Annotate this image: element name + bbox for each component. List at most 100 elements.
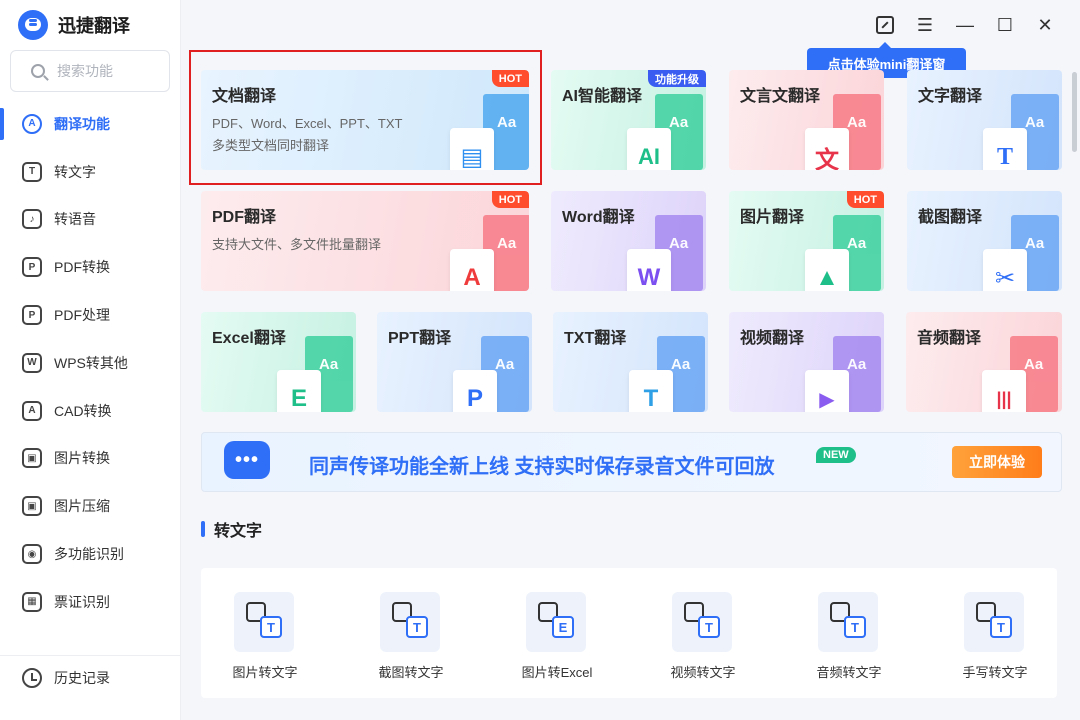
card-text-translate[interactable]: 文字翻译 Aa T	[907, 70, 1062, 170]
tool-label: 手写转文字	[962, 665, 1028, 680]
sidebar-item-image-compress[interactable]: ▣ 图片压缩	[0, 482, 180, 530]
ticket-icon: ▦	[22, 591, 42, 612]
txt-icon: T	[629, 370, 673, 412]
handwriting-to-text-icon: T	[964, 592, 1024, 652]
sidebar-nav: A 翻译功能 T 转文字 ♪ 转语音 P PDF转换 P PDF处理 W WPS…	[0, 100, 180, 626]
sidebar-item-label: 票证识别	[54, 593, 110, 610]
selection-highlight	[189, 50, 542, 185]
scissors-icon: ✂	[983, 249, 1027, 291]
sidebar-item-pdf-process[interactable]: P PDF处理	[0, 291, 180, 339]
pdf-icon: A	[450, 249, 494, 291]
sidebar: 迅捷翻译 搜索功能 A 翻译功能 T 转文字 ♪ 转语音 P PDF转换 P P…	[0, 0, 181, 720]
video-play-icon: ▶	[805, 370, 849, 412]
sidebar-item-label: 翻译功能	[54, 115, 110, 132]
card-excel-translate[interactable]: Excel翻译 Aa E	[201, 312, 356, 412]
card-image-translate[interactable]: 图片翻译 HOT Aa ▲	[729, 191, 884, 291]
sidebar-item-label: PDF转换	[54, 259, 110, 276]
card-txt-translate[interactable]: TXT翻译 Aa T	[553, 312, 708, 412]
image-to-text-icon: T	[234, 592, 294, 652]
card-ai-translate[interactable]: AI智能翻译 功能升级 Aa AI	[551, 70, 706, 170]
card-title: 图片翻译	[740, 209, 805, 226]
ppt-icon: P	[453, 370, 497, 412]
card-screenshot-translate[interactable]: 截图翻译 Aa ✂	[907, 191, 1062, 291]
text-icon: T	[22, 161, 42, 182]
card-title: 音频翻译	[917, 330, 982, 347]
card-title: 文言文翻译	[740, 88, 821, 105]
tool-video-to-text[interactable]: T 视频转文字	[648, 592, 758, 682]
card-title: TXT翻译	[564, 330, 627, 347]
tool-label: 图片转文字	[232, 665, 298, 680]
card-title: PDF翻译	[212, 209, 277, 226]
try-now-button[interactable]: 立即体验	[952, 446, 1042, 478]
simultaneous-interpretation-banner[interactable]: ••• 同声传译功能全新上线 支持实时保存录音文件可回放 NEW 立即体验	[201, 432, 1062, 492]
search-icon	[31, 64, 45, 78]
tool-audio-to-text[interactable]: T 音频转文字	[794, 592, 904, 682]
banner-text: 同声传译功能全新上线 支持实时保存录音文件可回放	[309, 456, 775, 478]
sidebar-item-image-convert[interactable]: ▣ 图片转换	[0, 435, 180, 483]
card-audio-translate[interactable]: 音频翻译 Aa |||	[906, 312, 1062, 412]
maximize-button[interactable]: ☐	[992, 12, 1018, 38]
ai-icon: AI	[627, 128, 671, 170]
sidebar-item-label: 多功能识别	[54, 546, 124, 563]
sidebar-item-ticket[interactable]: ▦ 票证识别	[0, 578, 180, 626]
app-logo: 迅捷翻译	[18, 10, 130, 40]
translate-icon: A	[22, 113, 42, 134]
card-pdf-translate[interactable]: PDF翻译 支持大文件、多文件批量翻译 HOT Aa A	[201, 191, 529, 291]
eye-icon: ◉	[22, 544, 42, 565]
tool-handwriting-to-text[interactable]: T 手写转文字	[940, 592, 1050, 682]
hot-badge: HOT	[846, 191, 884, 208]
scrollbar[interactable]	[1072, 72, 1077, 152]
close-button[interactable]: ✕	[1032, 12, 1058, 38]
app-title: 迅捷翻译	[58, 16, 130, 36]
pdf-convert-icon: P	[22, 257, 42, 278]
chat-bubble-icon: •••	[224, 441, 270, 479]
card-title: PPT翻译	[388, 330, 452, 347]
video-to-text-icon: T	[672, 592, 732, 652]
card-ppt-translate[interactable]: PPT翻译 Aa P	[377, 312, 532, 412]
mini-window-button[interactable]	[872, 12, 898, 38]
card-title: AI智能翻译	[562, 88, 643, 105]
sidebar-item-pdf-convert[interactable]: P PDF转换	[0, 243, 180, 291]
image-to-excel-icon: E	[526, 592, 586, 652]
sidebar-item-history[interactable]: 历史记录	[0, 655, 180, 700]
image-convert-icon: ▣	[22, 448, 42, 469]
minimize-button[interactable]: —	[952, 12, 978, 38]
card-video-translate[interactable]: 视频翻译 Aa ▶	[729, 312, 884, 412]
sidebar-item-label: 转文字	[54, 163, 96, 180]
sidebar-item-label: 图片转换	[54, 450, 110, 467]
sidebar-item-label: WPS转其他	[54, 354, 128, 371]
card-title: 截图翻译	[918, 209, 983, 226]
mini-window-icon	[876, 16, 894, 34]
sidebar-item-wps[interactable]: W WPS转其他	[0, 339, 180, 387]
sidebar-item-recognition[interactable]: ◉ 多功能识别	[0, 530, 180, 578]
pdf-process-icon: P	[22, 305, 42, 326]
menu-button[interactable]: ☰	[912, 12, 938, 38]
tool-screenshot-to-text[interactable]: T 截图转文字	[356, 592, 466, 682]
sidebar-item-cad[interactable]: A CAD转换	[0, 387, 180, 435]
card-classical-chinese-translate[interactable]: 文言文翻译 Aa 文	[729, 70, 884, 170]
card-title: 文字翻译	[918, 88, 983, 105]
voice-icon: ♪	[22, 209, 42, 230]
image-compress-icon: ▣	[22, 496, 42, 517]
tool-label: 视频转文字	[670, 665, 736, 680]
search-input[interactable]: 搜索功能	[10, 50, 170, 92]
audio-to-text-icon: T	[818, 592, 878, 652]
tool-image-to-excel[interactable]: E 图片转Excel	[502, 592, 612, 682]
image-icon: ▲	[805, 249, 849, 291]
card-title: Word翻译	[562, 209, 635, 226]
sidebar-item-to-text[interactable]: T 转文字	[0, 148, 180, 196]
word-icon: W	[627, 249, 671, 291]
sidebar-item-label: 转语音	[54, 211, 96, 228]
sidebar-item-label: CAD转换	[54, 402, 112, 419]
excel-icon: E	[277, 370, 321, 412]
card-word-translate[interactable]: Word翻译 Aa W	[551, 191, 706, 291]
cad-icon: A	[22, 400, 42, 421]
logo-icon	[18, 10, 48, 40]
screenshot-to-text-icon: T	[380, 592, 440, 652]
tool-label: 图片转Excel	[521, 665, 593, 680]
tool-image-to-text[interactable]: T 图片转文字	[210, 592, 320, 682]
sidebar-item-translate[interactable]: A 翻译功能	[0, 100, 180, 148]
tool-label: 音频转文字	[816, 665, 882, 680]
sidebar-item-to-voice[interactable]: ♪ 转语音	[0, 196, 180, 244]
wps-icon: W	[22, 352, 42, 373]
